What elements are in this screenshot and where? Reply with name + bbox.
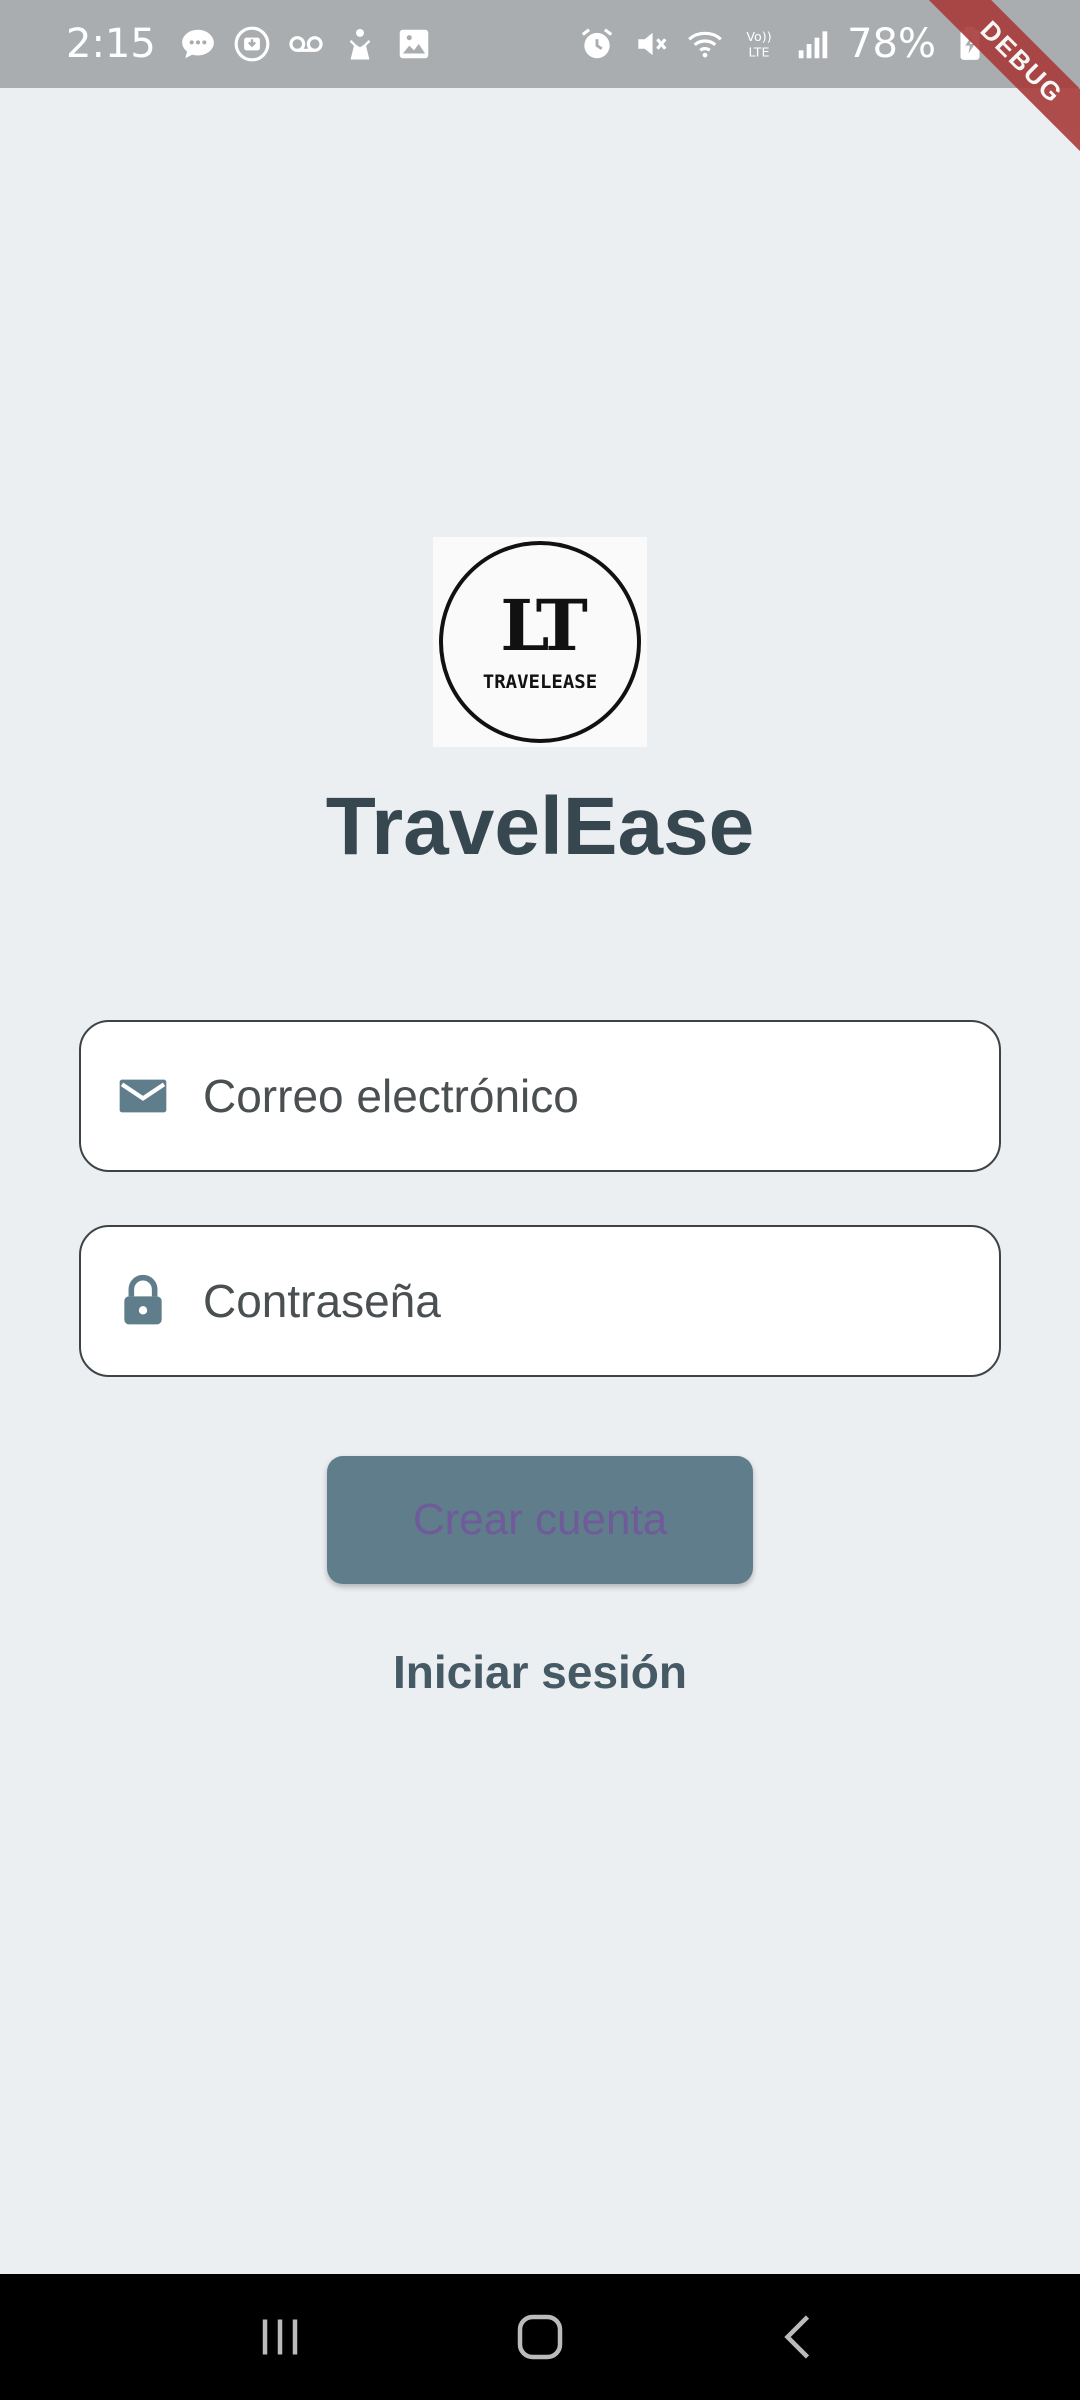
back-icon [784, 2315, 810, 2359]
logo-monogram: LT [500, 584, 588, 667]
login-link[interactable]: Iniciar sesión [0, 1645, 1080, 1699]
wifi-icon [685, 24, 725, 64]
status-bar: 2:15 Vo)) LTE 78% [0, 0, 1080, 88]
logo-wordmark: TRAVELEASE [482, 671, 598, 693]
recents-button[interactable] [240, 2297, 320, 2377]
back-button[interactable] [760, 2297, 840, 2377]
create-account-button[interactable]: Crear cuenta [327, 1456, 753, 1584]
password-field[interactable] [79, 1225, 1001, 1377]
svg-text:Vo)): Vo)) [746, 29, 771, 44]
email-input[interactable] [203, 1069, 963, 1123]
volte-icon: Vo)) LTE [739, 24, 779, 64]
voicemail-icon [286, 24, 326, 64]
battery-percent: 78% [847, 21, 936, 67]
password-input[interactable] [203, 1274, 963, 1328]
navigation-bar [0, 2274, 1080, 2400]
status-time: 2:15 [66, 21, 156, 67]
chat-bubble-icon [178, 24, 218, 64]
signal-icon [793, 24, 833, 64]
lock-icon [113, 1271, 173, 1331]
home-icon [517, 2314, 563, 2360]
email-icon [113, 1066, 173, 1126]
logo-circle: LT TRAVELEASE [439, 541, 641, 743]
home-button[interactable] [500, 2297, 580, 2377]
email-field[interactable] [79, 1020, 1001, 1172]
status-left: 2:15 [66, 21, 434, 67]
download-icon [232, 24, 272, 64]
signup-screen: 2:15 Vo)) LTE 78% DEBUG LT TRAVELEASE Tr… [0, 0, 1080, 2400]
app-logo: LT TRAVELEASE [433, 537, 647, 747]
svg-text:LTE: LTE [749, 45, 770, 60]
app-title: TravelEase [325, 781, 755, 872]
image-icon [394, 24, 434, 64]
recents-icon [262, 2319, 298, 2355]
status-right: Vo)) LTE 78% [577, 21, 990, 67]
hand-icon [340, 24, 380, 64]
alarm-icon [577, 24, 617, 64]
mute-icon [631, 24, 671, 64]
